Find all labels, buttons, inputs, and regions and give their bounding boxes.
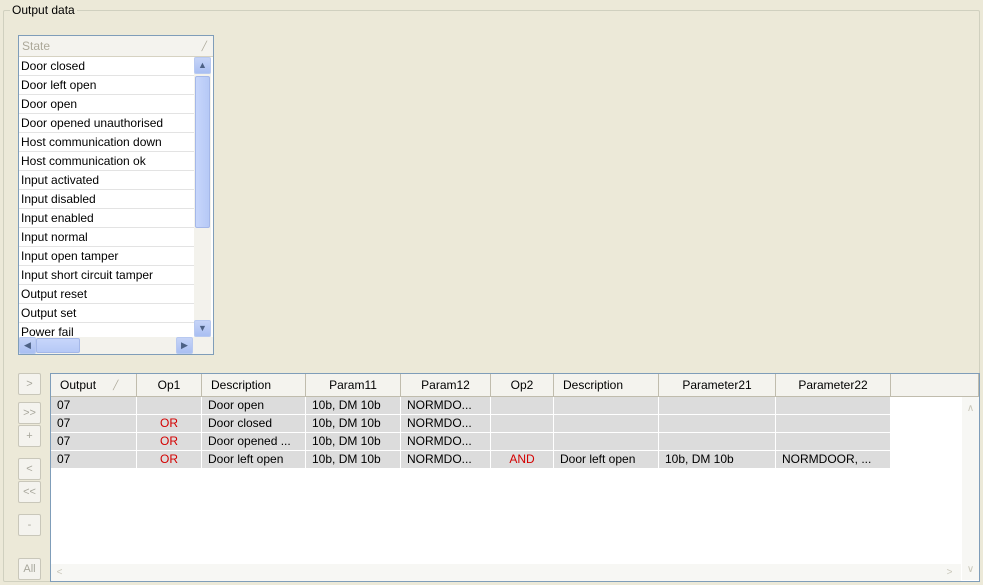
scroll-left-icon[interactable]: ◀ (19, 337, 36, 354)
grid-scroll-right-icon[interactable]: > (941, 564, 958, 581)
grid-vertical-scrollbar[interactable]: ∧ ∨ (962, 397, 979, 580)
state-list-item[interactable]: Input activated (19, 171, 194, 190)
state-list-item[interactable]: Host communication ok (19, 152, 194, 171)
table-cell[interactable] (776, 397, 891, 415)
state-list-item[interactable]: Input disabled (19, 190, 194, 209)
state-hscroll-thumb[interactable] (36, 338, 80, 353)
column-header[interactable]: Param12 (401, 374, 491, 396)
column-header[interactable]: Op1 (137, 374, 202, 396)
table-cell[interactable] (491, 397, 554, 415)
scroll-down-icon[interactable]: ▼ (194, 320, 211, 337)
state-horizontal-scrollbar[interactable]: ◀ ▶ (19, 337, 213, 354)
table-cell[interactable]: OR (137, 415, 202, 433)
scroll-up-icon[interactable]: ▲ (194, 57, 211, 74)
table-cell[interactable]: NORMDO... (401, 415, 491, 433)
state-list-item[interactable]: Input enabled (19, 209, 194, 228)
add-all-button[interactable]: >> (18, 402, 41, 424)
table-cell[interactable] (776, 415, 891, 433)
table-cell[interactable]: Door left open (554, 451, 659, 469)
scroll-right-icon[interactable]: ▶ (176, 337, 193, 354)
table-cell[interactable]: NORMDO... (401, 451, 491, 469)
table-cell[interactable]: AND (491, 451, 554, 469)
plus-button[interactable]: + (18, 425, 41, 447)
group-title: Output data (10, 3, 77, 17)
column-header[interactable]: Op2 (491, 374, 554, 396)
table-cell[interactable]: Door opened ... (202, 433, 306, 451)
state-column-header[interactable]: State ╱ (19, 36, 213, 57)
column-header[interactable]: Parameter22 (776, 374, 891, 396)
table-cell[interactable] (659, 415, 776, 433)
table-cell[interactable] (776, 433, 891, 451)
table-cell[interactable]: 07 (51, 397, 137, 415)
table-cell[interactable]: Door left open (202, 451, 306, 469)
remove-button[interactable]: < (18, 458, 41, 480)
table-cell[interactable] (137, 397, 202, 415)
table-cell[interactable]: 07 (51, 433, 137, 451)
state-list[interactable]: State ╱ Door closed Door left open Door op… (18, 35, 214, 355)
table-row[interactable]: 07 Door open 10b, DM 10b NORMDO... (51, 397, 891, 415)
table-cell[interactable] (659, 397, 776, 415)
table-cell[interactable]: NORMDO... (401, 433, 491, 451)
remove-all-button[interactable]: << (18, 481, 41, 503)
grid-scroll-down-icon[interactable]: ∨ (962, 561, 979, 578)
state-list-item[interactable]: Output set (19, 304, 194, 323)
table-cell[interactable] (554, 433, 659, 451)
table-cell[interactable]: 10b, DM 10b (306, 451, 401, 469)
table-row[interactable]: 07 OR Door closed 10b, DM 10b NORMDO... (51, 415, 891, 433)
state-list-item[interactable]: Input normal (19, 228, 194, 247)
column-header[interactable]: Param11 (306, 374, 401, 396)
table-cell[interactable]: 07 (51, 415, 137, 433)
output-sort-icon: ╱ (113, 380, 119, 390)
grid-scroll-up-icon[interactable]: ∧ (962, 400, 979, 417)
column-header[interactable]: Description (202, 374, 306, 396)
state-list-item[interactable]: Door closed (19, 57, 194, 76)
state-list-item[interactable]: Output reset (19, 285, 194, 304)
column-header[interactable]: Output (51, 374, 137, 396)
table-cell[interactable] (659, 433, 776, 451)
table-cell[interactable] (491, 433, 554, 451)
state-header-label: State (22, 39, 51, 53)
table-row[interactable]: 07 OR Door opened ... 10b, DM 10b NORMDO... (51, 433, 891, 451)
state-list-item[interactable]: Door open (19, 95, 194, 114)
table-cell[interactable]: NORMDOOR, ... (776, 451, 891, 469)
sort-arrow-icon: ╱ (201, 41, 207, 51)
all-button[interactable]: All (18, 558, 41, 580)
state-items: Door closed Door left open Door open Door o… (19, 57, 194, 342)
minus-button[interactable]: - (18, 514, 41, 536)
state-list-item[interactable]: Door left open (19, 76, 194, 95)
add-button[interactable]: > (18, 373, 41, 395)
table-cell[interactable]: OR (137, 451, 202, 469)
output-grid[interactable]: Output Op1 Description Param11 Param12 Op2 Des… (50, 373, 980, 582)
table-cell[interactable]: OR (137, 433, 202, 451)
grid-horizontal-scrollbar[interactable]: < > (51, 564, 961, 581)
table-cell[interactable]: 10b, DM 10b (659, 451, 776, 469)
table-cell[interactable] (554, 415, 659, 433)
table-cell[interactable]: Door closed (202, 415, 306, 433)
state-list-item[interactable]: Input open tamper (19, 247, 194, 266)
table-cell[interactable]: NORMDO... (401, 397, 491, 415)
table-cell[interactable]: 10b, DM 10b (306, 397, 401, 415)
grid-header: Output Op1 Description Param11 Param12 Op2 Des… (51, 374, 979, 397)
state-list-item[interactable]: Door opened unauthorised (19, 114, 194, 133)
table-cell[interactable]: Door open (202, 397, 306, 415)
table-cell[interactable]: 10b, DM 10b (306, 415, 401, 433)
column-header[interactable]: Parameter21 (659, 374, 776, 396)
table-cell[interactable]: 07 (51, 451, 137, 469)
table-cell[interactable]: 10b, DM 10b (306, 433, 401, 451)
state-list-item[interactable]: Input short circuit tamper (19, 266, 194, 285)
table-row[interactable]: 07 OR Door left open 10b, DM 10b NORMDO... AN… (51, 451, 891, 469)
state-list-item[interactable]: Host communication down (19, 133, 194, 152)
table-cell[interactable] (491, 415, 554, 433)
state-scroll-thumb[interactable] (195, 76, 210, 228)
grid-scroll-left-icon[interactable]: < (51, 564, 68, 581)
column-header[interactable]: Description (554, 374, 659, 396)
state-vertical-scrollbar[interactable]: ▲ ▼ (194, 57, 211, 342)
column-header-filler[interactable] (891, 374, 979, 396)
table-cell[interactable] (554, 397, 659, 415)
